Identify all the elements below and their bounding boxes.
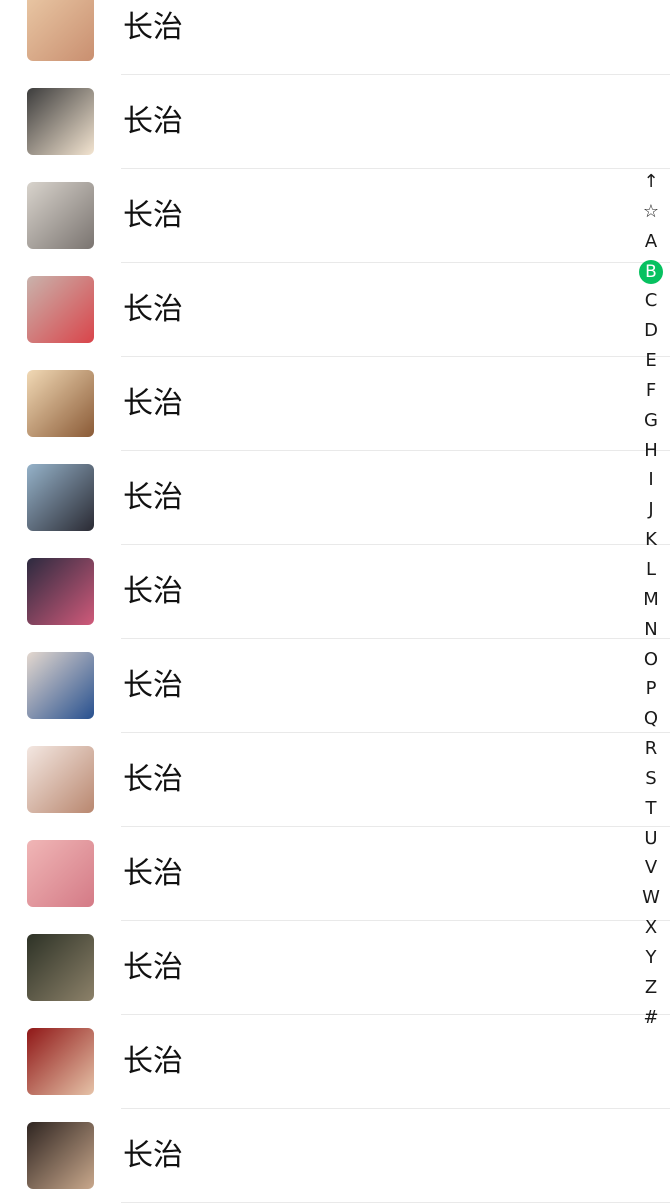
index-letter-label: O: [643, 648, 659, 670]
contact-row[interactable]: 长治: [0, 545, 670, 639]
index-letter-h[interactable]: H: [636, 436, 666, 466]
index-letter-z[interactable]: Z: [636, 973, 666, 1003]
contact-row[interactable]: 长治: [0, 921, 670, 1015]
index-letter-b[interactable]: B: [636, 257, 666, 287]
index-letter-a[interactable]: A: [636, 227, 666, 257]
contact-list: 长治 长治 长治 长治 长治 长治 长治 长治 长治 长治 长治 长治 长治: [0, 0, 670, 1203]
index-letter-label: Q: [643, 708, 659, 730]
contact-row[interactable]: 长治: [0, 827, 670, 921]
avatar[interactable]: [27, 746, 94, 813]
contact-name: 长治: [123, 1044, 183, 1079]
index-letter-t[interactable]: T: [636, 794, 666, 824]
index-letter-j[interactable]: J: [636, 495, 666, 525]
index-letter-label: T: [645, 797, 657, 819]
index-letter-w[interactable]: W: [636, 883, 666, 913]
index-letter-v[interactable]: V: [636, 853, 666, 883]
index-letter-label: N: [644, 618, 658, 640]
contact-row[interactable]: 长治: [0, 263, 670, 357]
contact-row[interactable]: 长治: [0, 357, 670, 451]
index-letter-label: D: [644, 320, 658, 342]
contact-name: 长治: [123, 574, 183, 609]
avatar[interactable]: [27, 0, 94, 61]
contact-row[interactable]: 长治: [0, 1015, 670, 1109]
index-letter-label: ☆: [642, 200, 660, 222]
index-letter-label: S: [645, 767, 657, 789]
index-letter-hash[interactable]: #: [636, 1003, 666, 1033]
index-letter-label: A: [644, 230, 658, 252]
contact-row[interactable]: 长治: [0, 451, 670, 545]
index-letter-label: X: [644, 917, 658, 939]
index-letter-label: B: [639, 259, 663, 284]
index-letter-label: G: [644, 409, 658, 431]
index-letter-label: E: [645, 350, 657, 372]
index-letter-label: P: [645, 678, 657, 700]
avatar[interactable]: [27, 934, 94, 1001]
avatar[interactable]: [27, 370, 94, 437]
index-letter-label: W: [642, 887, 660, 909]
index-letter-label: M: [643, 588, 659, 610]
index-letter-label: J: [648, 499, 654, 521]
contact-name: 长治: [123, 668, 183, 703]
contact-name: 长治: [123, 10, 183, 45]
avatar[interactable]: [27, 182, 94, 249]
index-letter-search[interactable]: ↑: [636, 167, 666, 197]
index-letter-label: H: [644, 439, 658, 461]
index-letter-g[interactable]: G: [636, 406, 666, 436]
index-letter-starred[interactable]: ☆: [636, 197, 666, 227]
index-letter-label: R: [644, 738, 658, 760]
index-letter-label: #: [643, 1006, 659, 1028]
index-letter-q[interactable]: Q: [636, 704, 666, 734]
index-letter-i[interactable]: I: [636, 465, 666, 495]
alphabet-index-bar[interactable]: ↑ ☆ A B C D E F G H I J K L M N O P Q R S T U V W X Y Z #: [636, 167, 666, 1032]
index-letter-label: Z: [644, 976, 658, 998]
avatar[interactable]: [27, 840, 94, 907]
contact-row[interactable]: 长治: [0, 733, 670, 827]
index-letter-x[interactable]: X: [636, 913, 666, 943]
avatar[interactable]: [27, 1028, 94, 1095]
avatar[interactable]: [27, 558, 94, 625]
index-letter-e[interactable]: E: [636, 346, 666, 376]
index-letter-r[interactable]: R: [636, 734, 666, 764]
index-letter-label: C: [644, 290, 658, 312]
contact-row[interactable]: 长治: [0, 0, 670, 75]
contact-name: 长治: [123, 856, 183, 891]
index-letter-label: I: [648, 469, 654, 491]
index-letter-y[interactable]: Y: [636, 943, 666, 973]
contact-name: 长治: [123, 292, 183, 327]
contact-name: 长治: [123, 104, 183, 139]
contact-name: 长治: [123, 386, 183, 421]
index-letter-d[interactable]: D: [636, 316, 666, 346]
contact-name: 长治: [123, 762, 183, 797]
index-letter-p[interactable]: P: [636, 674, 666, 704]
index-letter-label: K: [645, 529, 657, 551]
avatar[interactable]: [27, 1122, 94, 1189]
index-letter-o[interactable]: O: [636, 645, 666, 675]
index-letter-m[interactable]: M: [636, 585, 666, 615]
index-letter-label: F: [645, 379, 657, 401]
index-letter-label: ↑: [643, 171, 659, 192]
avatar[interactable]: [27, 88, 94, 155]
index-letter-k[interactable]: K: [636, 525, 666, 555]
index-letter-s[interactable]: S: [636, 764, 666, 794]
contact-name: 长治: [123, 198, 183, 233]
contact-row[interactable]: 长治: [0, 169, 670, 263]
avatar[interactable]: [27, 464, 94, 531]
index-letter-label: V: [644, 857, 658, 879]
index-letter-c[interactable]: C: [636, 286, 666, 316]
index-letter-label: Y: [645, 946, 657, 968]
contact-row[interactable]: 长治: [0, 75, 670, 169]
contact-row[interactable]: 长治: [0, 1109, 670, 1203]
avatar[interactable]: [27, 652, 94, 719]
avatar[interactable]: [27, 276, 94, 343]
index-letter-label: U: [644, 827, 658, 849]
index-letter-n[interactable]: N: [636, 615, 666, 645]
index-letter-l[interactable]: L: [636, 555, 666, 585]
contact-row[interactable]: 长治: [0, 639, 670, 733]
index-letter-u[interactable]: U: [636, 824, 666, 854]
contact-name: 长治: [123, 1138, 183, 1173]
index-letter-f[interactable]: F: [636, 376, 666, 406]
contact-name: 长治: [123, 480, 183, 515]
contact-name: 长治: [123, 950, 183, 985]
index-letter-label: L: [645, 558, 657, 580]
